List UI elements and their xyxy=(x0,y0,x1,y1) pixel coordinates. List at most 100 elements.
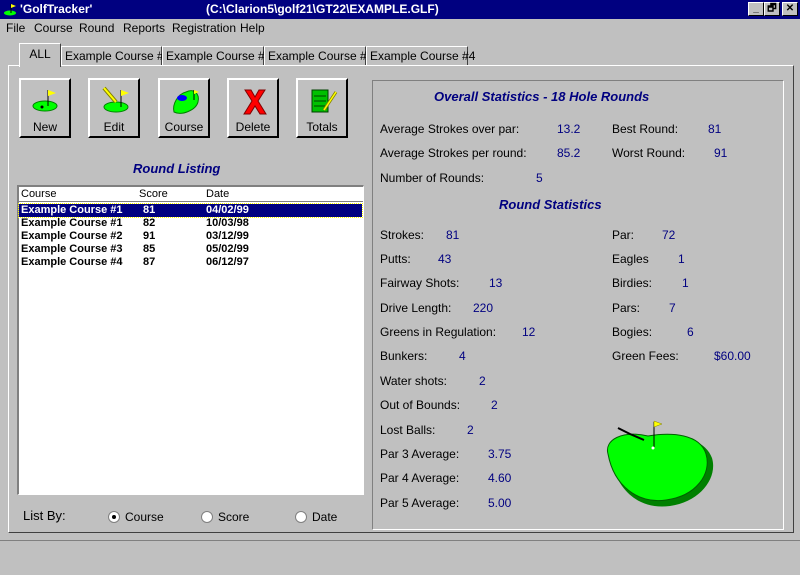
par-value: 72 xyxy=(662,228,676,242)
totals-button[interactable]: Totals xyxy=(296,78,348,138)
menu-bar: File Course Round Reports Registration H… xyxy=(0,19,800,39)
pars-label: Pars: xyxy=(612,301,641,315)
avg-over-par-value: 13.2 xyxy=(557,122,581,136)
birdies-label: Birdies: xyxy=(612,276,653,290)
edit-button[interactable]: Edit xyxy=(88,78,140,138)
par-label: Par: xyxy=(612,228,635,242)
par3-average-label: Par 3 Average: xyxy=(380,447,460,461)
delete-button-label: Delete xyxy=(235,120,271,134)
tab-example-course-2[interactable]: Example Course #2 xyxy=(162,46,271,66)
tab-example-course-1[interactable]: Example Course #1 xyxy=(61,46,170,66)
golf-app-icon xyxy=(4,4,16,16)
list-item[interactable]: Example Course #2 91 03/12/99 xyxy=(19,230,362,243)
par5-average-label: Par 5 Average: xyxy=(380,496,460,510)
best-round-label: Best Round: xyxy=(612,122,679,136)
row-score: 82 xyxy=(143,217,156,229)
row-score: 87 xyxy=(143,256,156,268)
row-date: 03/12/99 xyxy=(206,230,249,242)
row-date: 10/03/98 xyxy=(206,217,249,229)
title-bar: 'GolfTracker' (C:\Clarion5\golf21\GT22\E… xyxy=(0,0,800,19)
row-score: 85 xyxy=(143,243,156,255)
new-button-label: New xyxy=(32,120,57,134)
row-score: 91 xyxy=(143,230,156,242)
list-item[interactable]: Example Course #3 85 05/02/99 xyxy=(19,243,362,256)
window-file-path: (C:\Clarion5\golf21\GT22\EXAMPLE.GLF) xyxy=(206,2,439,16)
edit-button-label: Edit xyxy=(103,120,125,134)
bogies-label: Bogies: xyxy=(612,325,653,339)
restore-button[interactable]: 🗗 xyxy=(764,2,780,16)
tab-all[interactable]: ALL xyxy=(19,43,61,67)
eagles-label: Eagles xyxy=(612,252,649,266)
green-fees-value: $60.00 xyxy=(714,349,751,363)
column-date[interactable]: Date xyxy=(206,188,229,200)
putts-value: 43 xyxy=(438,252,452,266)
new-button[interactable]: New xyxy=(19,78,71,138)
totals-button-label: Totals xyxy=(306,120,338,134)
new-round-icon xyxy=(32,90,58,112)
lost-balls-label: Lost Balls: xyxy=(380,423,436,437)
round-listbox[interactable]: Course Score Date Example Course #1 81 0… xyxy=(17,185,364,495)
menu-course[interactable]: Course xyxy=(34,21,73,35)
minimize-button[interactable]: _ xyxy=(748,2,764,16)
totals-scorecard-icon xyxy=(311,89,338,113)
column-course[interactable]: Course xyxy=(21,188,56,200)
list-item[interactable]: Example Course #1 81 04/02/99 xyxy=(18,203,363,218)
bunkers-value: 4 xyxy=(459,349,466,363)
list-by-label: List By: xyxy=(23,508,66,523)
avg-per-round-label: Average Strokes per round: xyxy=(380,146,527,160)
menu-registration[interactable]: Registration xyxy=(172,21,236,35)
menu-file[interactable]: File xyxy=(6,21,25,35)
eagles-value: 1 xyxy=(678,252,685,266)
tab-example-course-4[interactable]: Example Course #4 xyxy=(366,46,475,66)
list-item[interactable]: Example Course #1 82 10/03/98 xyxy=(19,217,362,230)
worst-round-label: Worst Round: xyxy=(612,146,686,160)
close-button[interactable]: ✕ xyxy=(782,2,798,16)
radio-circle xyxy=(108,511,120,523)
menu-help[interactable]: Help xyxy=(240,21,265,35)
num-rounds-label: Number of Rounds: xyxy=(380,171,485,185)
avg-over-par-label: Average Strokes over par: xyxy=(380,122,520,136)
column-score[interactable]: Score xyxy=(139,188,168,200)
row-course: Example Course #4 xyxy=(21,256,123,268)
list-item[interactable]: Example Course #4 87 06/12/97 xyxy=(19,256,362,269)
best-round-value: 81 xyxy=(708,122,722,136)
row-course: Example Course #1 xyxy=(21,204,123,216)
row-date: 06/12/97 xyxy=(206,256,249,268)
course-tabs: ALL Example Course #1 Example Course #2 … xyxy=(0,40,800,67)
water-shots-label: Water shots: xyxy=(380,374,447,388)
putting-green-icon xyxy=(607,420,714,507)
menu-round[interactable]: Round xyxy=(79,21,114,35)
overall-stats-title: Overall Statistics - 18 Hole Rounds xyxy=(434,89,650,104)
par3-average-value: 3.75 xyxy=(488,447,512,461)
row-date: 05/02/99 xyxy=(206,243,249,255)
out-of-bounds-value: 2 xyxy=(491,398,498,412)
course-map-icon xyxy=(173,90,199,114)
row-score: 81 xyxy=(143,204,156,216)
menu-reports[interactable]: Reports xyxy=(123,21,165,35)
tab-example-course-3[interactable]: Example Course #3 xyxy=(264,46,373,66)
worst-round-value: 91 xyxy=(714,146,728,160)
lost-balls-value: 2 xyxy=(467,423,474,437)
edit-round-icon xyxy=(102,86,129,113)
course-button[interactable]: Course xyxy=(158,78,210,138)
radio-circle xyxy=(201,511,213,523)
green-fees-label: Green Fees: xyxy=(612,349,679,363)
par4-average-label: Par 4 Average: xyxy=(380,471,460,485)
strokes-label: Strokes: xyxy=(380,228,425,242)
greens-in-regulation-value: 12 xyxy=(522,325,536,339)
radio-circle xyxy=(295,511,307,523)
strokes-value: 81 xyxy=(446,228,460,242)
row-date: 04/02/99 xyxy=(206,204,249,216)
round-stats-title: Round Statistics xyxy=(499,197,602,212)
avg-per-round-value: 85.2 xyxy=(557,146,581,160)
row-course: Example Course #1 xyxy=(21,217,123,229)
bogies-value: 6 xyxy=(687,325,694,339)
row-course: Example Course #3 xyxy=(21,243,123,255)
putts-label: Putts: xyxy=(380,252,411,266)
num-rounds-value: 5 xyxy=(536,171,543,185)
delete-button[interactable]: Delete xyxy=(227,78,279,138)
fairway-shots-value: 13 xyxy=(489,276,503,290)
greens-in-regulation-label: Greens in Regulation: xyxy=(380,325,497,339)
pars-value: 7 xyxy=(669,301,676,315)
par4-average-value: 4.60 xyxy=(488,471,512,485)
